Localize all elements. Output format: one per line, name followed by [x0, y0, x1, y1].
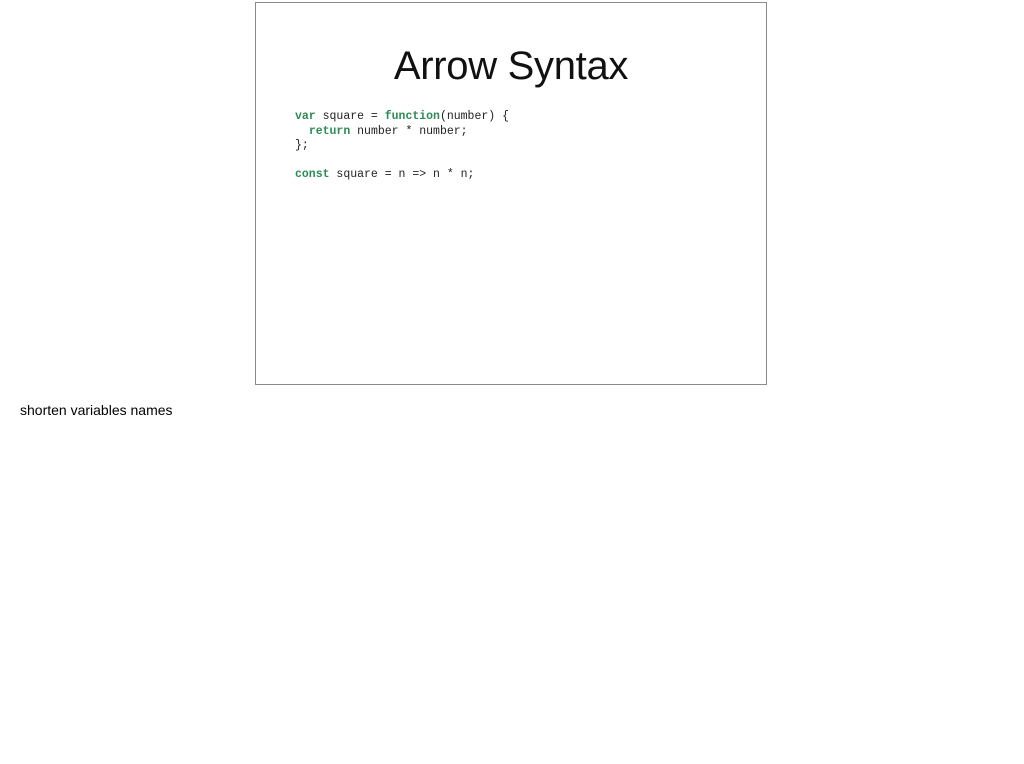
code-text: square =: [315, 110, 385, 123]
code-line: return number * number;: [295, 125, 509, 140]
code-keyword: return: [308, 124, 351, 138]
slide-frame: Arrow Syntax var square = function(numbe…: [255, 2, 767, 385]
code-keyword: const: [295, 168, 330, 181]
code-text: };: [295, 139, 309, 152]
code-line: const square = n => n * n;: [295, 168, 509, 183]
code-text: (number) {: [439, 110, 509, 123]
code-text: square = n => n * n;: [329, 168, 475, 181]
code-line: var square = function(number) {: [295, 110, 509, 125]
slide-title: Arrow Syntax: [393, 44, 629, 88]
code-keyword: var: [295, 110, 316, 123]
code-block: var square = function(number) { return n…: [295, 110, 509, 183]
code-line: };: [295, 139, 509, 154]
code-text: number * number;: [350, 124, 468, 138]
speaker-notes: shorten variables names: [20, 402, 173, 418]
code-keyword: function: [384, 110, 440, 123]
